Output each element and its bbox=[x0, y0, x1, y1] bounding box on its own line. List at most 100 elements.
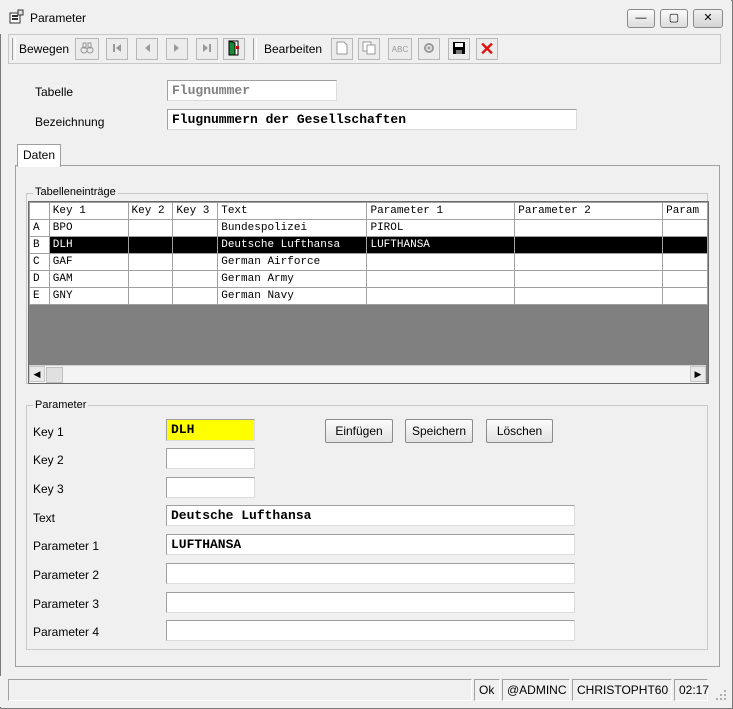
row-header[interactable]: C bbox=[29, 253, 50, 271]
next-record-button[interactable] bbox=[166, 38, 188, 60]
spellcheck-button[interactable]: ABC bbox=[388, 38, 412, 60]
settings-icon bbox=[422, 41, 436, 58]
maximize-icon: ▢ bbox=[668, 12, 680, 24]
table-cell[interactable] bbox=[127, 253, 174, 271]
save-entry-button[interactable]: Speichern bbox=[405, 419, 473, 443]
first-record-icon bbox=[112, 42, 122, 56]
data-grid[interactable]: Key 1 Key 2 Key 3 Text Parameter 1 Param… bbox=[28, 201, 709, 384]
key3-field[interactable] bbox=[166, 477, 255, 498]
tabelle-field[interactable]: Flugnummer bbox=[167, 80, 337, 101]
status-panel-empty bbox=[8, 679, 472, 701]
parameter3-label: Parameter 3 bbox=[33, 597, 100, 611]
parameter1-field[interactable]: LUFTHANSA bbox=[166, 534, 575, 555]
parameter4-field[interactable] bbox=[166, 620, 575, 641]
table-cell[interactable] bbox=[366, 253, 516, 271]
table-cell[interactable]: Bundespolizei bbox=[217, 219, 368, 237]
bezeichnung-field[interactable]: Flugnummern der Gesellschaften bbox=[167, 109, 577, 130]
row-header[interactable]: B bbox=[29, 236, 50, 254]
table-row[interactable]: E GNY German Navy bbox=[29, 287, 708, 305]
table-cell[interactable] bbox=[172, 270, 219, 288]
column-header[interactable]: Key 2 bbox=[127, 202, 174, 220]
table-cell[interactable] bbox=[172, 236, 219, 254]
binoculars-icon bbox=[80, 42, 94, 57]
table-cell[interactable] bbox=[514, 287, 664, 305]
table-cell[interactable] bbox=[127, 287, 174, 305]
window-title: Parameter bbox=[30, 11, 87, 25]
table-cell[interactable] bbox=[172, 253, 219, 271]
table-cell[interactable] bbox=[366, 270, 516, 288]
table-row[interactable]: D GAM German Army bbox=[29, 270, 708, 288]
column-header[interactable]: Key 3 bbox=[172, 202, 219, 220]
table-cell[interactable]: German Army bbox=[217, 270, 368, 288]
minimize-icon: — bbox=[635, 12, 647, 24]
table-cell[interactable]: LUFTHANSA bbox=[366, 236, 516, 254]
scroll-thumb[interactable] bbox=[46, 367, 63, 383]
column-header[interactable]: Param bbox=[662, 202, 708, 220]
copy-button[interactable] bbox=[358, 38, 380, 60]
tab-daten[interactable]: Daten bbox=[17, 144, 61, 167]
table-cell[interactable] bbox=[514, 219, 664, 237]
delete-entry-button[interactable]: Löschen bbox=[486, 419, 553, 443]
close-button[interactable]: ✕ bbox=[693, 9, 723, 28]
table-cell[interactable] bbox=[662, 287, 708, 305]
table-cell[interactable] bbox=[172, 219, 219, 237]
first-record-button[interactable] bbox=[106, 38, 128, 60]
parameter2-label: Parameter 2 bbox=[33, 568, 100, 582]
text-field[interactable]: Deutsche Lufthansa bbox=[166, 505, 575, 526]
table-cell[interactable]: GAM bbox=[48, 270, 129, 288]
table-cell[interactable] bbox=[366, 287, 516, 305]
column-header[interactable]: Parameter 1 bbox=[366, 202, 516, 220]
table-cell[interactable] bbox=[127, 270, 174, 288]
insert-button[interactable]: Einfügen bbox=[325, 419, 393, 443]
resize-grip-icon[interactable] bbox=[714, 688, 728, 702]
maximize-button[interactable]: ▢ bbox=[660, 9, 688, 28]
previous-record-button[interactable] bbox=[136, 38, 158, 60]
table-row-selected[interactable]: B DLH Deutsche Lufthansa LUFTHANSA bbox=[29, 236, 708, 254]
table-cell[interactable] bbox=[127, 219, 174, 237]
save-button[interactable] bbox=[448, 38, 470, 60]
table-row[interactable]: C GAF German Airforce bbox=[29, 253, 708, 271]
table-cell[interactable]: PIROL bbox=[366, 219, 516, 237]
search-button[interactable] bbox=[75, 38, 99, 60]
table-cell[interactable] bbox=[662, 270, 708, 288]
table-group-title: Tabelleneinträge bbox=[33, 186, 118, 198]
delete-button[interactable]: ✕ bbox=[476, 38, 498, 60]
parameter2-field[interactable] bbox=[166, 563, 575, 584]
table-cell[interactable]: Deutsche Lufthansa bbox=[217, 236, 368, 254]
column-header[interactable]: Parameter 2 bbox=[514, 202, 664, 220]
horizontal-scrollbar[interactable]: ◀ ▶ bbox=[29, 365, 706, 383]
key2-field[interactable] bbox=[166, 448, 255, 469]
column-header[interactable]: Text bbox=[217, 202, 368, 220]
minimize-button[interactable]: — bbox=[627, 9, 655, 28]
table-row[interactable]: A BPO Bundespolizei PIROL bbox=[29, 219, 708, 237]
settings-button[interactable] bbox=[418, 38, 440, 60]
table-cell[interactable] bbox=[514, 253, 664, 271]
table-cell[interactable]: GNY bbox=[48, 287, 129, 305]
last-record-button[interactable] bbox=[196, 38, 218, 60]
key1-field[interactable]: DLH bbox=[166, 419, 255, 441]
table-cell[interactable]: BPO bbox=[48, 219, 129, 237]
new-doc-icon bbox=[336, 41, 348, 58]
table-cell[interactable] bbox=[127, 236, 174, 254]
table-cell[interactable] bbox=[172, 287, 219, 305]
exit-button[interactable] bbox=[223, 38, 245, 60]
new-button[interactable] bbox=[331, 38, 353, 60]
table-cell[interactable]: DLH bbox=[48, 236, 129, 254]
row-header[interactable]: D bbox=[29, 270, 50, 288]
table-cell[interactable]: GAF bbox=[48, 253, 129, 271]
column-header[interactable]: Key 1 bbox=[48, 202, 129, 220]
table-cell[interactable] bbox=[514, 236, 664, 254]
scroll-left-icon[interactable]: ◀ bbox=[29, 366, 45, 382]
table-cell[interactable] bbox=[662, 253, 708, 271]
table-cell[interactable]: German Airforce bbox=[217, 253, 368, 271]
table-cell[interactable]: German Navy bbox=[217, 287, 368, 305]
table-cell[interactable] bbox=[662, 219, 708, 237]
parameter3-field[interactable] bbox=[166, 592, 575, 613]
row-header[interactable]: E bbox=[29, 287, 50, 305]
toolbar-group-bearbeiten: Bearbeiten bbox=[264, 42, 323, 56]
row-header[interactable]: A bbox=[29, 219, 50, 237]
table-cell[interactable] bbox=[662, 236, 708, 254]
key1-label: Key 1 bbox=[33, 425, 64, 439]
scroll-right-icon[interactable]: ▶ bbox=[690, 366, 706, 382]
table-cell[interactable] bbox=[514, 270, 664, 288]
